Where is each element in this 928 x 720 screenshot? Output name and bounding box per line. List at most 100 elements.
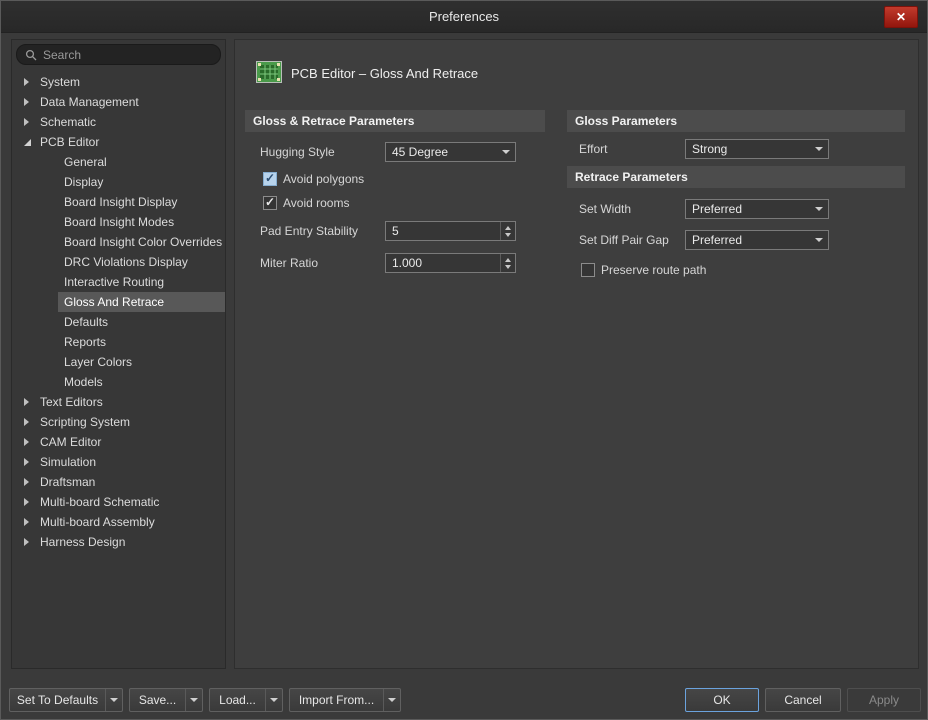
- sidebar-item-reports[interactable]: Reports: [58, 332, 225, 352]
- sidebar-item-system[interactable]: System: [12, 72, 225, 92]
- sidebar-item-label: Multi-board Assembly: [40, 515, 155, 529]
- spinner-buttons[interactable]: [500, 254, 515, 272]
- search-icon: [25, 49, 37, 60]
- chevron-collapsed-icon[interactable]: [24, 518, 34, 526]
- avoid-polygons-label: Avoid polygons: [283, 172, 365, 186]
- miter-ratio-label: Miter Ratio: [260, 256, 319, 270]
- hugging-style-dropdown[interactable]: 45 Degree: [385, 142, 516, 162]
- sidebar-item-label: Interactive Routing: [64, 275, 165, 289]
- spinner-value: 1.000: [392, 256, 423, 270]
- effort-dropdown[interactable]: Strong: [685, 139, 829, 159]
- titlebar: Preferences ✕: [1, 1, 927, 33]
- spinner-down-icon[interactable]: [505, 264, 511, 269]
- load-button[interactable]: Load...: [209, 688, 283, 712]
- effort-label: Effort: [579, 142, 608, 156]
- sidebar-item-multi-board-schematic[interactable]: Multi-board Schematic: [12, 492, 225, 512]
- sidebar-item-label: DRC Violations Display: [64, 255, 188, 269]
- spinner-up-icon[interactable]: [505, 225, 511, 230]
- chevron-down-icon[interactable]: [185, 689, 202, 711]
- sidebar-item-board-insight-display[interactable]: Board Insight Display: [58, 192, 225, 212]
- sidebar-item-scripting-system[interactable]: Scripting System: [12, 412, 225, 432]
- chevron-collapsed-icon[interactable]: [24, 398, 34, 406]
- chevron-collapsed-icon[interactable]: [24, 478, 34, 486]
- sidebar-item-label: Multi-board Schematic: [40, 495, 160, 509]
- sidebar-item-label: Defaults: [64, 315, 109, 329]
- chevron-down-icon[interactable]: [265, 689, 282, 711]
- set-to-defaults-button[interactable]: Set To Defaults: [9, 688, 123, 712]
- sidebar-item-data-management[interactable]: Data Management: [12, 92, 225, 112]
- preserve-route-path-checkbox[interactable]: [581, 263, 595, 277]
- chevron-down-icon[interactable]: [383, 689, 400, 711]
- miter-ratio-spinner[interactable]: 1.000: [385, 253, 516, 273]
- sidebar-item-text-editors[interactable]: Text Editors: [12, 392, 225, 412]
- sidebar-item-general[interactable]: General: [58, 152, 225, 172]
- chevron-collapsed-icon[interactable]: [24, 438, 34, 446]
- sidebar-item-label: Models: [64, 375, 103, 389]
- sidebar-item-display[interactable]: Display: [58, 172, 225, 192]
- sidebar-item-defaults[interactable]: Defaults: [58, 312, 225, 332]
- button-label: Load...: [219, 693, 256, 707]
- set-width-dropdown[interactable]: Preferred: [685, 199, 829, 219]
- sidebar-item-label: Schematic: [40, 115, 97, 129]
- pad-entry-stability-spinner[interactable]: 5: [385, 221, 516, 241]
- set-diff-pair-gap-dropdown[interactable]: Preferred: [685, 230, 829, 250]
- sidebar-item-label: Scripting System: [40, 415, 131, 429]
- sidebar-item-label: CAM Editor: [40, 435, 102, 449]
- section-gloss-parameters: Gloss Parameters: [567, 110, 905, 132]
- import-from-button[interactable]: Import From...: [289, 688, 401, 712]
- spinner-buttons[interactable]: [500, 222, 515, 240]
- chevron-expanded-icon[interactable]: [24, 138, 34, 146]
- section-title: Gloss Parameters: [575, 114, 678, 128]
- chevron-collapsed-icon[interactable]: [24, 498, 34, 506]
- sidebar-item-draftsman[interactable]: Draftsman: [12, 472, 225, 492]
- section-gloss-retrace-parameters: Gloss & Retrace Parameters: [245, 110, 545, 132]
- cancel-button[interactable]: Cancel: [765, 688, 841, 712]
- sidebar-item-label: Gloss And Retrace: [64, 295, 165, 309]
- set-diff-pair-gap-label: Set Diff Pair Gap: [579, 233, 669, 247]
- sidebar-item-label: Board Insight Color Overrides: [64, 235, 223, 249]
- sidebar-item-layer-colors[interactable]: Layer Colors: [58, 352, 225, 372]
- chevron-collapsed-icon[interactable]: [24, 458, 34, 466]
- spinner-down-icon[interactable]: [505, 232, 511, 237]
- sidebar-item-label: Simulation: [40, 455, 97, 469]
- chevron-collapsed-icon[interactable]: [24, 98, 34, 106]
- spinner-value: 5: [392, 224, 399, 238]
- apply-button[interactable]: Apply: [847, 688, 921, 712]
- avoid-polygons-checkbox[interactable]: [263, 171, 277, 186]
- sidebar-item-interactive-routing[interactable]: Interactive Routing: [58, 272, 225, 292]
- avoid-rooms-label: Avoid rooms: [283, 196, 350, 210]
- sidebar-item-harness-design[interactable]: Harness Design: [12, 532, 225, 552]
- avoid-rooms-checkbox[interactable]: [263, 195, 277, 210]
- page-title: PCB Editor – Gloss And Retrace: [291, 66, 479, 81]
- sidebar-item-board-insight-color-overrides[interactable]: Board Insight Color Overrides: [58, 232, 225, 252]
- spinner-up-icon[interactable]: [505, 257, 511, 262]
- sidebar-item-simulation[interactable]: Simulation: [12, 452, 225, 472]
- sidebar-item-drc-violations-display[interactable]: DRC Violations Display: [58, 252, 225, 272]
- dropdown-value: Preferred: [692, 233, 743, 247]
- button-label: Save...: [138, 693, 177, 707]
- chevron-down-icon: [810, 231, 828, 249]
- chevron-down-icon[interactable]: [105, 689, 122, 711]
- sidebar-item-schematic[interactable]: Schematic: [12, 112, 225, 132]
- sidebar-item-gloss-and-retrace[interactable]: Gloss And Retrace: [58, 292, 225, 312]
- save-button[interactable]: Save...: [129, 688, 203, 712]
- main-panel: PCB Editor – Gloss And Retrace Gloss & R…: [234, 39, 919, 669]
- sidebar-tree: System Data Management Schematic PCB Editor…: [12, 72, 225, 552]
- sidebar-item-cam-editor[interactable]: CAM Editor: [12, 432, 225, 452]
- search-placeholder: Search: [43, 47, 82, 62]
- sidebar-item-label: Text Editors: [40, 395, 103, 409]
- chevron-collapsed-icon[interactable]: [24, 78, 34, 86]
- chevron-collapsed-icon[interactable]: [24, 118, 34, 126]
- sidebar-item-label: Board Insight Modes: [64, 215, 175, 229]
- search-input[interactable]: Search: [16, 44, 221, 65]
- pcb-editor-icon: [256, 61, 282, 83]
- sidebar-item-board-insight-modes[interactable]: Board Insight Modes: [58, 212, 225, 232]
- ok-button[interactable]: OK: [685, 688, 759, 712]
- close-button[interactable]: ✕: [884, 6, 918, 28]
- chevron-collapsed-icon[interactable]: [24, 418, 34, 426]
- sidebar-item-models[interactable]: Models: [58, 372, 225, 392]
- hugging-style-label: Hugging Style: [260, 145, 335, 159]
- sidebar-item-pcb-editor[interactable]: PCB Editor: [12, 132, 225, 152]
- sidebar-item-multi-board-assembly[interactable]: Multi-board Assembly: [12, 512, 225, 532]
- chevron-collapsed-icon[interactable]: [24, 538, 34, 546]
